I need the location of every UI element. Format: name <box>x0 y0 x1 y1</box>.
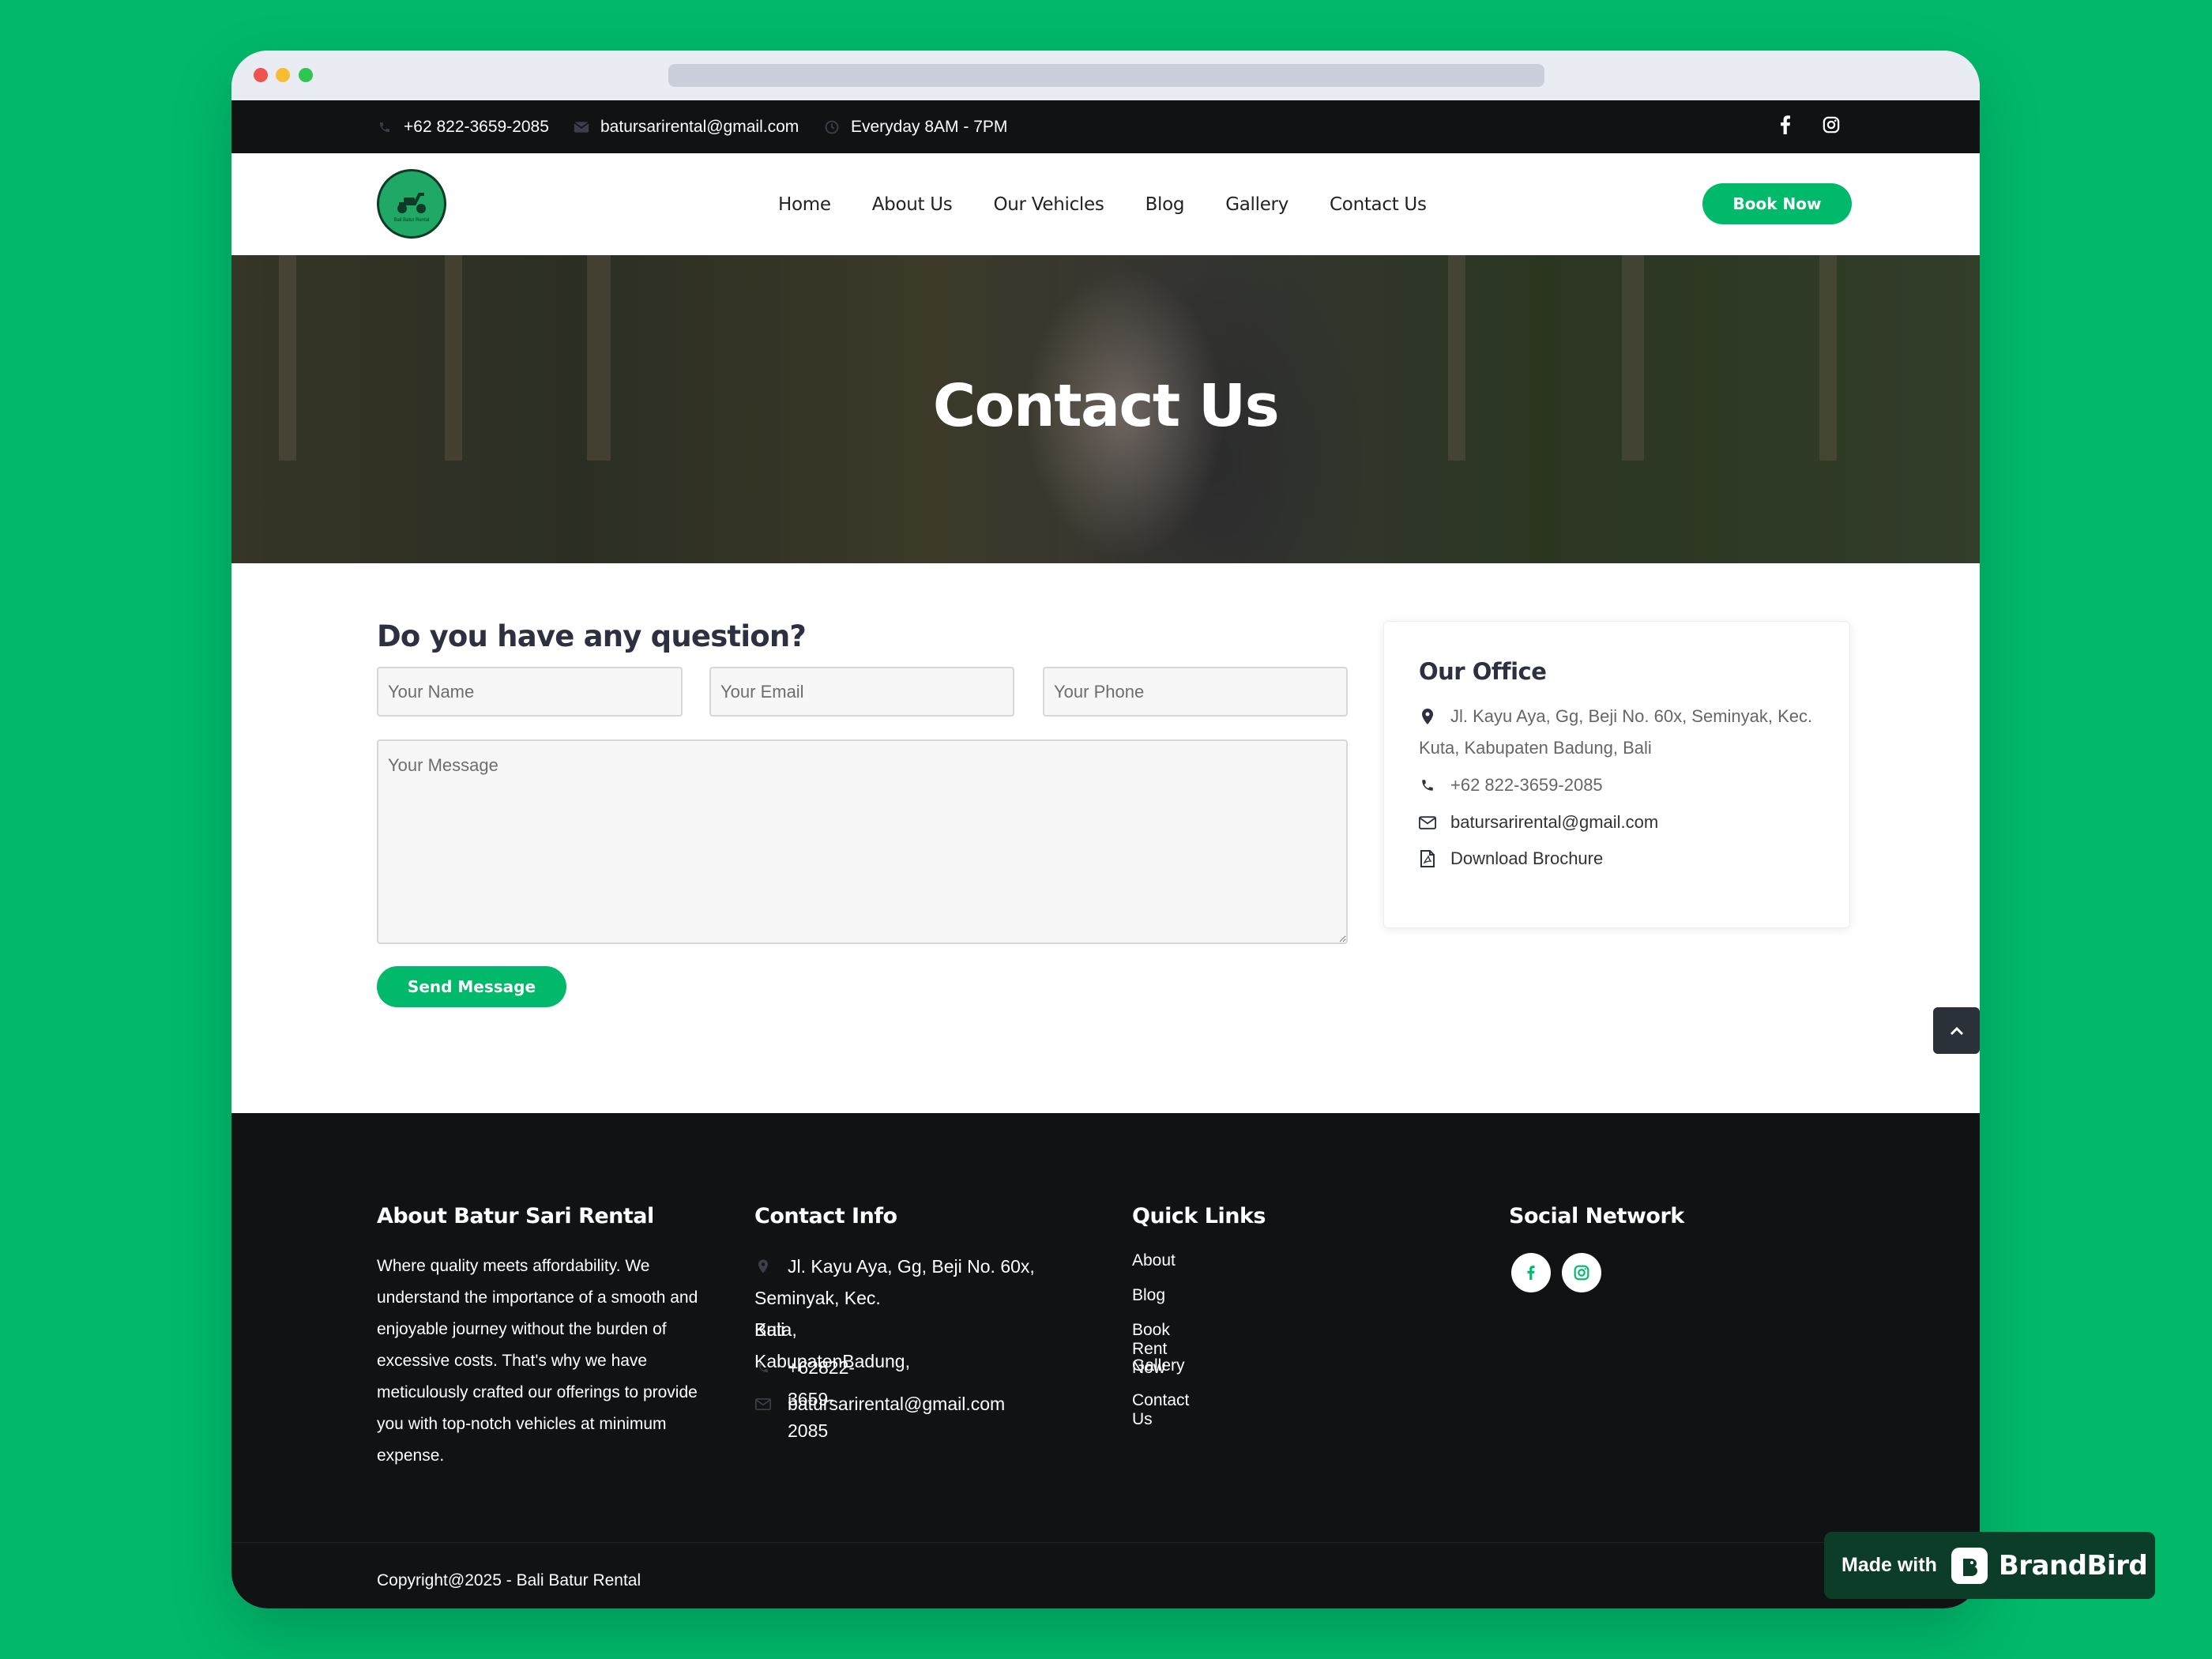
brandbird-badge[interactable]: Made with BrandBird <box>1824 1532 2155 1599</box>
topbar-phone-text: +62 822-3659-2085 <box>404 117 549 136</box>
footer-address-line1: Jl. Kayu Aya, Gg, Beji No. 60x, <box>788 1256 1035 1277</box>
topbar-phone[interactable]: +62 822-3659-2085 <box>377 100 549 153</box>
scooter-logo-icon: Bali Batur Rental <box>393 193 430 223</box>
main-navigation: Bali Batur Rental Home About Us Our Vehi… <box>231 153 1980 255</box>
topbar-hours: Everyday 8AM - 7PM <box>824 100 1007 153</box>
footer-email[interactable]: batursarirental@gmail.com <box>754 1388 1005 1420</box>
email-input[interactable] <box>709 667 1014 717</box>
office-address-line1: Jl. Kayu Aya, Gg, Beji No. 60x, Seminyak… <box>1450 706 1813 726</box>
form-title: Do you have any question? <box>377 619 807 653</box>
top-info-bar: +62 822-3659-2085 batursarirental@gmail.… <box>231 100 1980 153</box>
map-pin-icon <box>754 1251 772 1282</box>
nav-item-home[interactable]: Home <box>778 194 831 215</box>
logo-caption: Bali Batur Rental <box>393 218 429 223</box>
nav-item-contact[interactable]: Contact Us <box>1330 194 1427 215</box>
footer-instagram-button[interactable] <box>1562 1253 1601 1292</box>
footer-about-title: About Batur Sari Rental <box>377 1204 654 1228</box>
office-address-continued: Kuta, Kabupaten Badung, Bali <box>1419 732 1652 764</box>
office-address-line2: Kuta, Kabupaten Badung, Bali <box>1419 738 1652 758</box>
footer-link-about[interactable]: About <box>1132 1251 1176 1270</box>
made-with-label: Made with <box>1841 1554 1937 1576</box>
nav-item-vehicles[interactable]: Our Vehicles <box>993 194 1104 215</box>
name-input[interactable] <box>377 667 683 717</box>
footer-links-title: Quick Links <box>1132 1204 1266 1228</box>
send-message-button[interactable]: Send Message <box>377 966 566 1007</box>
nav-item-gallery[interactable]: Gallery <box>1225 194 1288 215</box>
footer-link-gallery[interactable]: Gallery <box>1132 1356 1185 1375</box>
facebook-icon[interactable] <box>1780 115 1791 139</box>
envelope-icon <box>1419 807 1436 838</box>
site-footer: About Batur Sari Rental Where quality me… <box>231 1113 1980 1608</box>
copyright-text: Copyright@2025 - Bali Batur Rental <box>377 1571 641 1589</box>
phone-icon <box>1419 769 1436 801</box>
topbar-email[interactable]: batursarirental@gmail.com <box>574 100 799 153</box>
browser-window: +62 822-3659-2085 batursarirental@gmail.… <box>231 51 1980 1608</box>
facebook-icon <box>1527 1266 1535 1280</box>
topbar-facebook[interactable] <box>1780 100 1791 153</box>
nav-item-blog[interactable]: Blog <box>1146 194 1185 215</box>
maximize-window-dot[interactable] <box>299 68 313 82</box>
topbar-email-text: batursarirental@gmail.com <box>600 117 799 136</box>
footer-divider <box>231 1542 1980 1543</box>
footer-contact-title: Contact Info <box>754 1204 897 1228</box>
office-phone[interactable]: +62 822-3659-2085 <box>1419 769 1603 801</box>
book-now-button[interactable]: Book Now <box>1702 183 1852 224</box>
footer-link-contact[interactable]: Contact Us <box>1132 1391 1189 1429</box>
topbar-instagram[interactable] <box>1823 100 1840 153</box>
instagram-icon <box>1574 1265 1589 1281</box>
page-title: Contact Us <box>932 372 1280 440</box>
phone-icon <box>754 1352 772 1383</box>
map-pin-icon <box>1419 701 1436 732</box>
scroll-to-top-button[interactable] <box>1933 1007 1980 1054</box>
minimize-window-dot[interactable] <box>276 68 290 82</box>
footer-email-text: batursarirental@gmail.com <box>788 1394 1006 1414</box>
pdf-file-icon <box>1419 843 1436 875</box>
nav-item-about[interactable]: About Us <box>872 194 953 215</box>
office-email[interactable]: batursarirental@gmail.com <box>1419 807 1658 838</box>
envelope-icon <box>574 119 589 135</box>
site-logo[interactable]: Bali Batur Rental <box>377 169 446 239</box>
footer-address: Jl. Kayu Aya, Gg, Beji No. 60x, <box>754 1251 1094 1282</box>
footer-link-blog[interactable]: Blog <box>1132 1286 1165 1305</box>
brandbird-wordmark: BrandBird <box>1998 1549 2148 1582</box>
footer-about-text: Where quality meets affordability. We un… <box>377 1257 698 1465</box>
office-email-text: batursarirental@gmail.com <box>1450 812 1659 832</box>
close-window-dot[interactable] <box>254 68 268 82</box>
office-card: Our Office Jl. Kayu Aya, Gg, Beji No. 60… <box>1383 621 1850 928</box>
browser-chrome <box>231 51 1980 100</box>
brandbird-logo-icon <box>1951 1547 1988 1584</box>
nav-menu: Home About Us Our Vehicles Blog Gallery … <box>778 153 1468 255</box>
instagram-icon[interactable] <box>1823 116 1840 138</box>
phone-input[interactable] <box>1043 667 1348 717</box>
envelope-icon <box>754 1388 772 1420</box>
message-textarea[interactable] <box>377 739 1348 944</box>
office-title: Our Office <box>1419 658 1547 685</box>
topbar-hours-text: Everyday 8AM - 7PM <box>851 117 1008 136</box>
clock-icon <box>824 119 840 135</box>
footer-facebook-button[interactable] <box>1511 1253 1551 1292</box>
hero-banner: Contact Us <box>231 255 1980 563</box>
office-address: Jl. Kayu Aya, Gg, Beji No. 60x, Seminyak… <box>1419 701 1830 732</box>
address-bar[interactable] <box>668 64 1544 87</box>
footer-address-line3: Bali <box>754 1319 785 1340</box>
office-phone-text: +62 822-3659-2085 <box>1450 775 1603 795</box>
footer-social-title: Social Network <box>1509 1204 1684 1228</box>
chevron-up-icon <box>1950 1026 1963 1035</box>
contact-section: Do you have any question? Send Message O… <box>231 563 1980 1109</box>
download-brochure-link[interactable]: Download Brochure <box>1419 843 1603 875</box>
footer-address-continued: Bali <box>754 1314 784 1345</box>
phone-icon <box>377 119 393 135</box>
download-brochure-text: Download Brochure <box>1450 848 1604 868</box>
